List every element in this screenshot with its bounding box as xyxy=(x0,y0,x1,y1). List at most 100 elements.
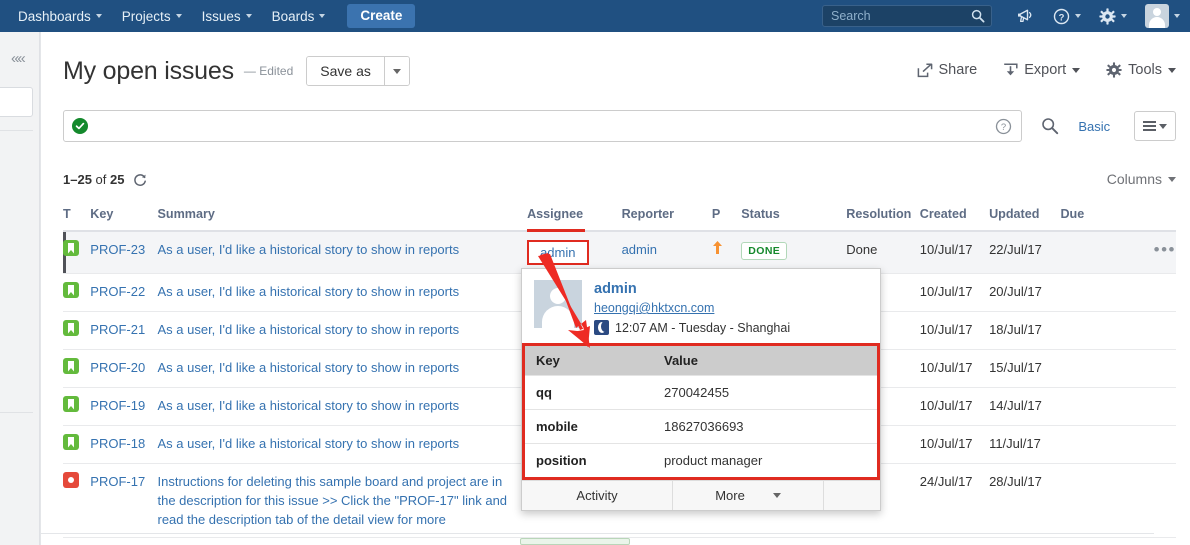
basic-mode-link[interactable]: Basic xyxy=(1078,119,1110,134)
cell-key: PROF-18 xyxy=(90,425,158,464)
profile-local-time: 12:07 AM - Tuesday - Shanghai xyxy=(594,320,790,335)
nav-item-issues[interactable]: Issues xyxy=(192,0,262,32)
filter-bar: ? Basic xyxy=(63,110,1176,142)
sidebar-divider xyxy=(0,412,33,413)
top-nav-right-group: ? xyxy=(822,4,1190,28)
profile-properties-header-row: Key Value xyxy=(522,344,880,376)
col-header-summary[interactable]: Summary xyxy=(157,207,528,232)
col-header-due[interactable]: Due xyxy=(1060,207,1124,232)
results-count-row: 1–25 of 25 xyxy=(63,172,147,187)
profile-info: admin heongqi@hktxcn.com 12:07 AM - Tues… xyxy=(594,280,790,335)
story-issue-type-icon xyxy=(63,358,79,374)
issue-key-link[interactable]: PROF-23 xyxy=(90,242,145,257)
profile-more-button[interactable]: More xyxy=(673,481,824,510)
save-as-dropdown-button[interactable] xyxy=(383,57,409,85)
cell-created: 10/Jul/17 xyxy=(919,425,990,464)
col-header-type[interactable]: T xyxy=(63,207,91,232)
gear-icon xyxy=(1106,62,1122,78)
export-button[interactable]: Export xyxy=(1003,62,1081,78)
page-title: My open issues xyxy=(63,56,234,85)
issue-summary-link[interactable]: As a user, I'd like a historical story t… xyxy=(157,398,459,413)
cell-summary: As a user, I'd like a historical story t… xyxy=(157,311,528,350)
save-as-button-group: Save as xyxy=(306,56,410,86)
results-count-total: 25 xyxy=(110,172,125,187)
create-button[interactable]: Create xyxy=(347,4,416,28)
row-actions-menu-icon[interactable]: ••• xyxy=(1154,240,1176,259)
page-title-row: My open issues — Edited Save as xyxy=(63,56,410,86)
cell-type xyxy=(63,311,91,350)
question-circle-icon[interactable]: ? xyxy=(995,118,1012,140)
issue-key-link[interactable]: PROF-21 xyxy=(90,322,145,337)
col-header-key[interactable]: Key xyxy=(90,207,158,232)
col-header-reporter[interactable]: Reporter xyxy=(621,207,712,232)
col-header-resolution[interactable]: Resolution xyxy=(846,207,920,232)
cell-due xyxy=(1060,425,1124,464)
issue-summary-link[interactable]: As a user, I'd like a historical story t… xyxy=(157,360,459,375)
cell-due xyxy=(1060,387,1124,426)
col-header-status[interactable]: Status xyxy=(741,207,847,232)
profile-email-link[interactable]: heongqi@hktxcn.com xyxy=(594,301,790,315)
col-header-created[interactable]: Created xyxy=(919,207,990,232)
cell-updated: 20/Jul/17 xyxy=(989,273,1061,312)
chevron-down-icon xyxy=(175,14,182,18)
cell-type xyxy=(63,463,91,538)
kv-key: position xyxy=(522,443,664,479)
search-icon[interactable] xyxy=(1041,117,1059,135)
cell-key: PROF-23 xyxy=(90,231,158,274)
issue-key-link[interactable]: PROF-19 xyxy=(90,398,145,413)
issue-key-link[interactable]: PROF-22 xyxy=(90,284,145,299)
help-icon[interactable]: ? xyxy=(1053,8,1081,25)
profile-activity-button[interactable]: Activity xyxy=(522,481,673,510)
col-header-updated[interactable]: Updated xyxy=(989,207,1061,232)
share-button[interactable]: Share xyxy=(917,62,977,78)
global-search-box[interactable] xyxy=(822,5,992,27)
cell-updated: 15/Jul/17 xyxy=(989,349,1061,388)
nav-item-boards[interactable]: Boards xyxy=(262,0,336,32)
profile-properties-table: Key Value qq 270042455 mobile 18627036693 po… xyxy=(522,343,880,480)
profile-more-label: More xyxy=(715,488,745,503)
table-bottom-divider xyxy=(41,533,1154,534)
jql-query-field[interactable]: ? xyxy=(63,110,1023,142)
reporter-link[interactable]: admin xyxy=(622,242,657,257)
assignee-highlighted-cell[interactable]: admin xyxy=(527,240,589,265)
cell-due xyxy=(1060,463,1124,538)
announcement-icon[interactable] xyxy=(1017,8,1035,24)
issue-summary-link[interactable]: Instructions for deleting this sample bo… xyxy=(157,474,507,527)
issue-key-link[interactable]: PROF-20 xyxy=(90,360,145,375)
cell-due xyxy=(1060,273,1124,312)
cell-updated: 11/Jul/17 xyxy=(989,425,1061,464)
export-label: Export xyxy=(1024,62,1067,78)
issue-summary-link[interactable]: As a user, I'd like a historical story t… xyxy=(157,322,459,337)
sidebar-collapsed-rail: «« xyxy=(0,32,41,545)
cell-type xyxy=(63,231,91,274)
kv-col-header-key: Key xyxy=(522,344,664,376)
sidebar-collapse-icon[interactable]: «« xyxy=(11,50,26,67)
settings-gear-icon[interactable] xyxy=(1099,7,1127,25)
nav-item-dashboards-label: Dashboards xyxy=(18,8,91,24)
issue-summary-link[interactable]: As a user, I'd like a historical story t… xyxy=(157,436,459,451)
issue-key-link[interactable]: PROF-17 xyxy=(90,474,145,489)
col-header-priority[interactable]: P xyxy=(711,207,742,232)
profile-properties-wrap: Key Value qq 270042455 mobile 18627036693 po… xyxy=(522,343,880,480)
col-header-assignee[interactable]: Assignee xyxy=(527,207,622,232)
search-icon xyxy=(971,9,985,28)
cell-actions: ••• xyxy=(1123,231,1176,274)
columns-button[interactable]: Columns xyxy=(1107,171,1176,187)
issue-summary-link[interactable]: As a user, I'd like a historical story t… xyxy=(157,284,459,299)
tools-button[interactable]: Tools xyxy=(1106,62,1176,78)
save-as-button[interactable]: Save as xyxy=(307,57,384,85)
assignee-link[interactable]: admin xyxy=(540,245,575,260)
nav-item-projects[interactable]: Projects xyxy=(112,0,192,32)
jql-input[interactable] xyxy=(88,112,1014,140)
user-avatar-icon[interactable] xyxy=(1145,4,1169,28)
issue-summary-link[interactable]: As a user, I'd like a historical story t… xyxy=(157,242,459,257)
refresh-icon[interactable] xyxy=(133,173,147,187)
cell-created: 10/Jul/17 xyxy=(919,311,990,350)
nav-item-dashboards[interactable]: Dashboards xyxy=(8,0,112,32)
cell-type xyxy=(63,273,91,312)
view-mode-button[interactable] xyxy=(1134,111,1176,141)
issue-key-link[interactable]: PROF-18 xyxy=(90,436,145,451)
global-search-input[interactable] xyxy=(823,6,991,26)
profile-name[interactable]: admin xyxy=(594,281,790,297)
profile-header: admin heongqi@hktxcn.com 12:07 AM - Tues… xyxy=(522,269,880,343)
